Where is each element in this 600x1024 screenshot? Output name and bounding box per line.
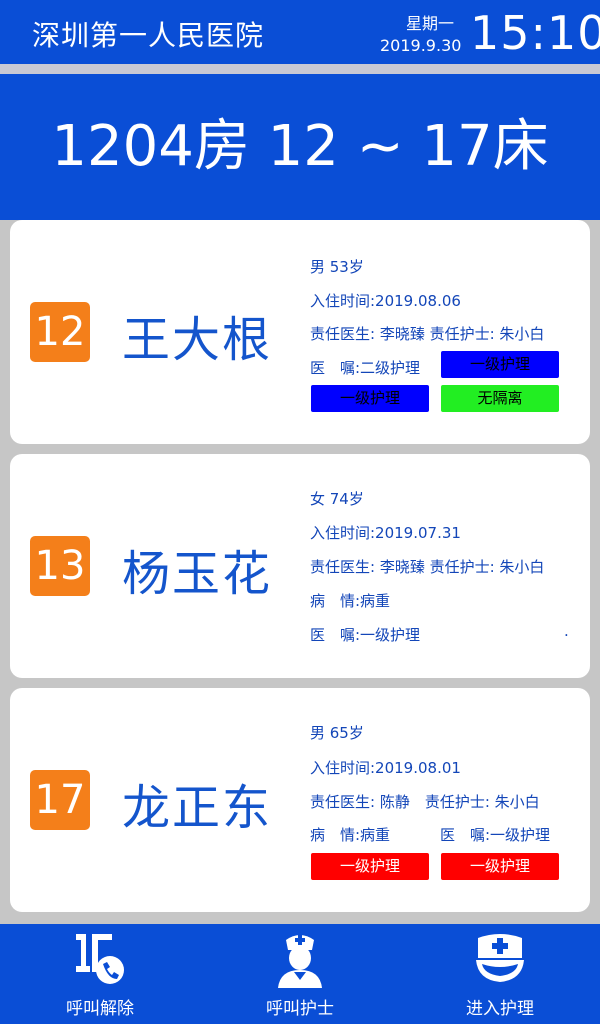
- bed-number: 13: [30, 536, 90, 596]
- gender-age: 男 53岁: [310, 258, 364, 276]
- call-nurse-label: 呼叫护士: [266, 999, 334, 1019]
- nurse-icon: [278, 935, 322, 988]
- patient-name: 王大根: [122, 312, 273, 368]
- condition: 病 情:病重: [310, 826, 391, 844]
- care-level-tag: 一级护理: [441, 853, 559, 880]
- care-level-tag: 一级护理: [441, 351, 559, 378]
- weekday: 星期一: [406, 14, 455, 33]
- medical-cap-icon: [476, 934, 524, 982]
- bed-card[interactable]: 17 龙正东 男 65岁 入住时间:2019.08.01 责任医生: 陈静 责任…: [10, 688, 590, 912]
- call-cancel-icon: [76, 934, 124, 984]
- cancel-call-label: 呼叫解除: [66, 999, 134, 1019]
- bed-number: 17: [30, 770, 90, 830]
- medical-order: 医 嘱:一级护理: [440, 826, 551, 844]
- cancel-call-button[interactable]: 呼叫解除: [0, 924, 200, 1024]
- top-bar: 深圳第一人民医院 星期一 2019.9.30 15:10: [0, 0, 600, 64]
- medical-order: 医 嘱:二级护理: [310, 359, 421, 377]
- header-divider: [0, 64, 600, 74]
- care-level-tag: 一级护理: [311, 853, 429, 880]
- enter-care-label: 进入护理: [466, 999, 534, 1019]
- gender-age: 男 65岁: [310, 724, 364, 742]
- hospital-name: 深圳第一人民医院: [32, 19, 265, 52]
- responsible-staff: 责任医生: 李晓臻 责任护士: 朱小白: [310, 325, 545, 343]
- date: 2019.9.30: [380, 36, 462, 55]
- call-nurse-button[interactable]: 呼叫护士: [200, 924, 400, 1024]
- gender-age: 女 74岁: [310, 490, 364, 508]
- responsible-staff: 责任医生: 李晓臻 责任护士: 朱小白: [310, 558, 545, 576]
- responsible-staff: 责任医生: 陈静 责任护士: 朱小白: [310, 793, 540, 811]
- admission-date: 入住时间:2019.07.31: [310, 524, 461, 542]
- care-level-tag: 一级护理: [311, 385, 429, 412]
- bed-card[interactable]: 13 杨玉花 女 74岁 入住时间:2019.07.31 责任医生: 李晓臻 责…: [10, 454, 590, 678]
- bottom-nav: 呼叫解除 呼叫护士 进入护理: [0, 924, 600, 1024]
- medical-order: 医 嘱:一级护理: [310, 626, 421, 644]
- admission-date: 入住时间:2019.08.06: [310, 292, 461, 310]
- isolation-tag: 无隔离: [441, 385, 559, 412]
- dot-marker: .: [564, 622, 569, 640]
- clock: 15:10: [470, 6, 600, 60]
- admission-date: 入住时间:2019.08.01: [310, 759, 461, 777]
- patient-name: 龙正东: [122, 780, 273, 836]
- bed-card[interactable]: 12 王大根 男 53岁 入住时间:2019.08.06 责任医生: 李晓臻 责…: [10, 220, 590, 444]
- bed-number: 12: [30, 302, 90, 362]
- patient-name: 杨玉花: [122, 546, 273, 602]
- enter-care-button[interactable]: 进入护理: [400, 924, 600, 1024]
- room-title: 1204房 12 ~ 17床: [0, 74, 600, 220]
- condition: 病 情:病重: [310, 592, 391, 610]
